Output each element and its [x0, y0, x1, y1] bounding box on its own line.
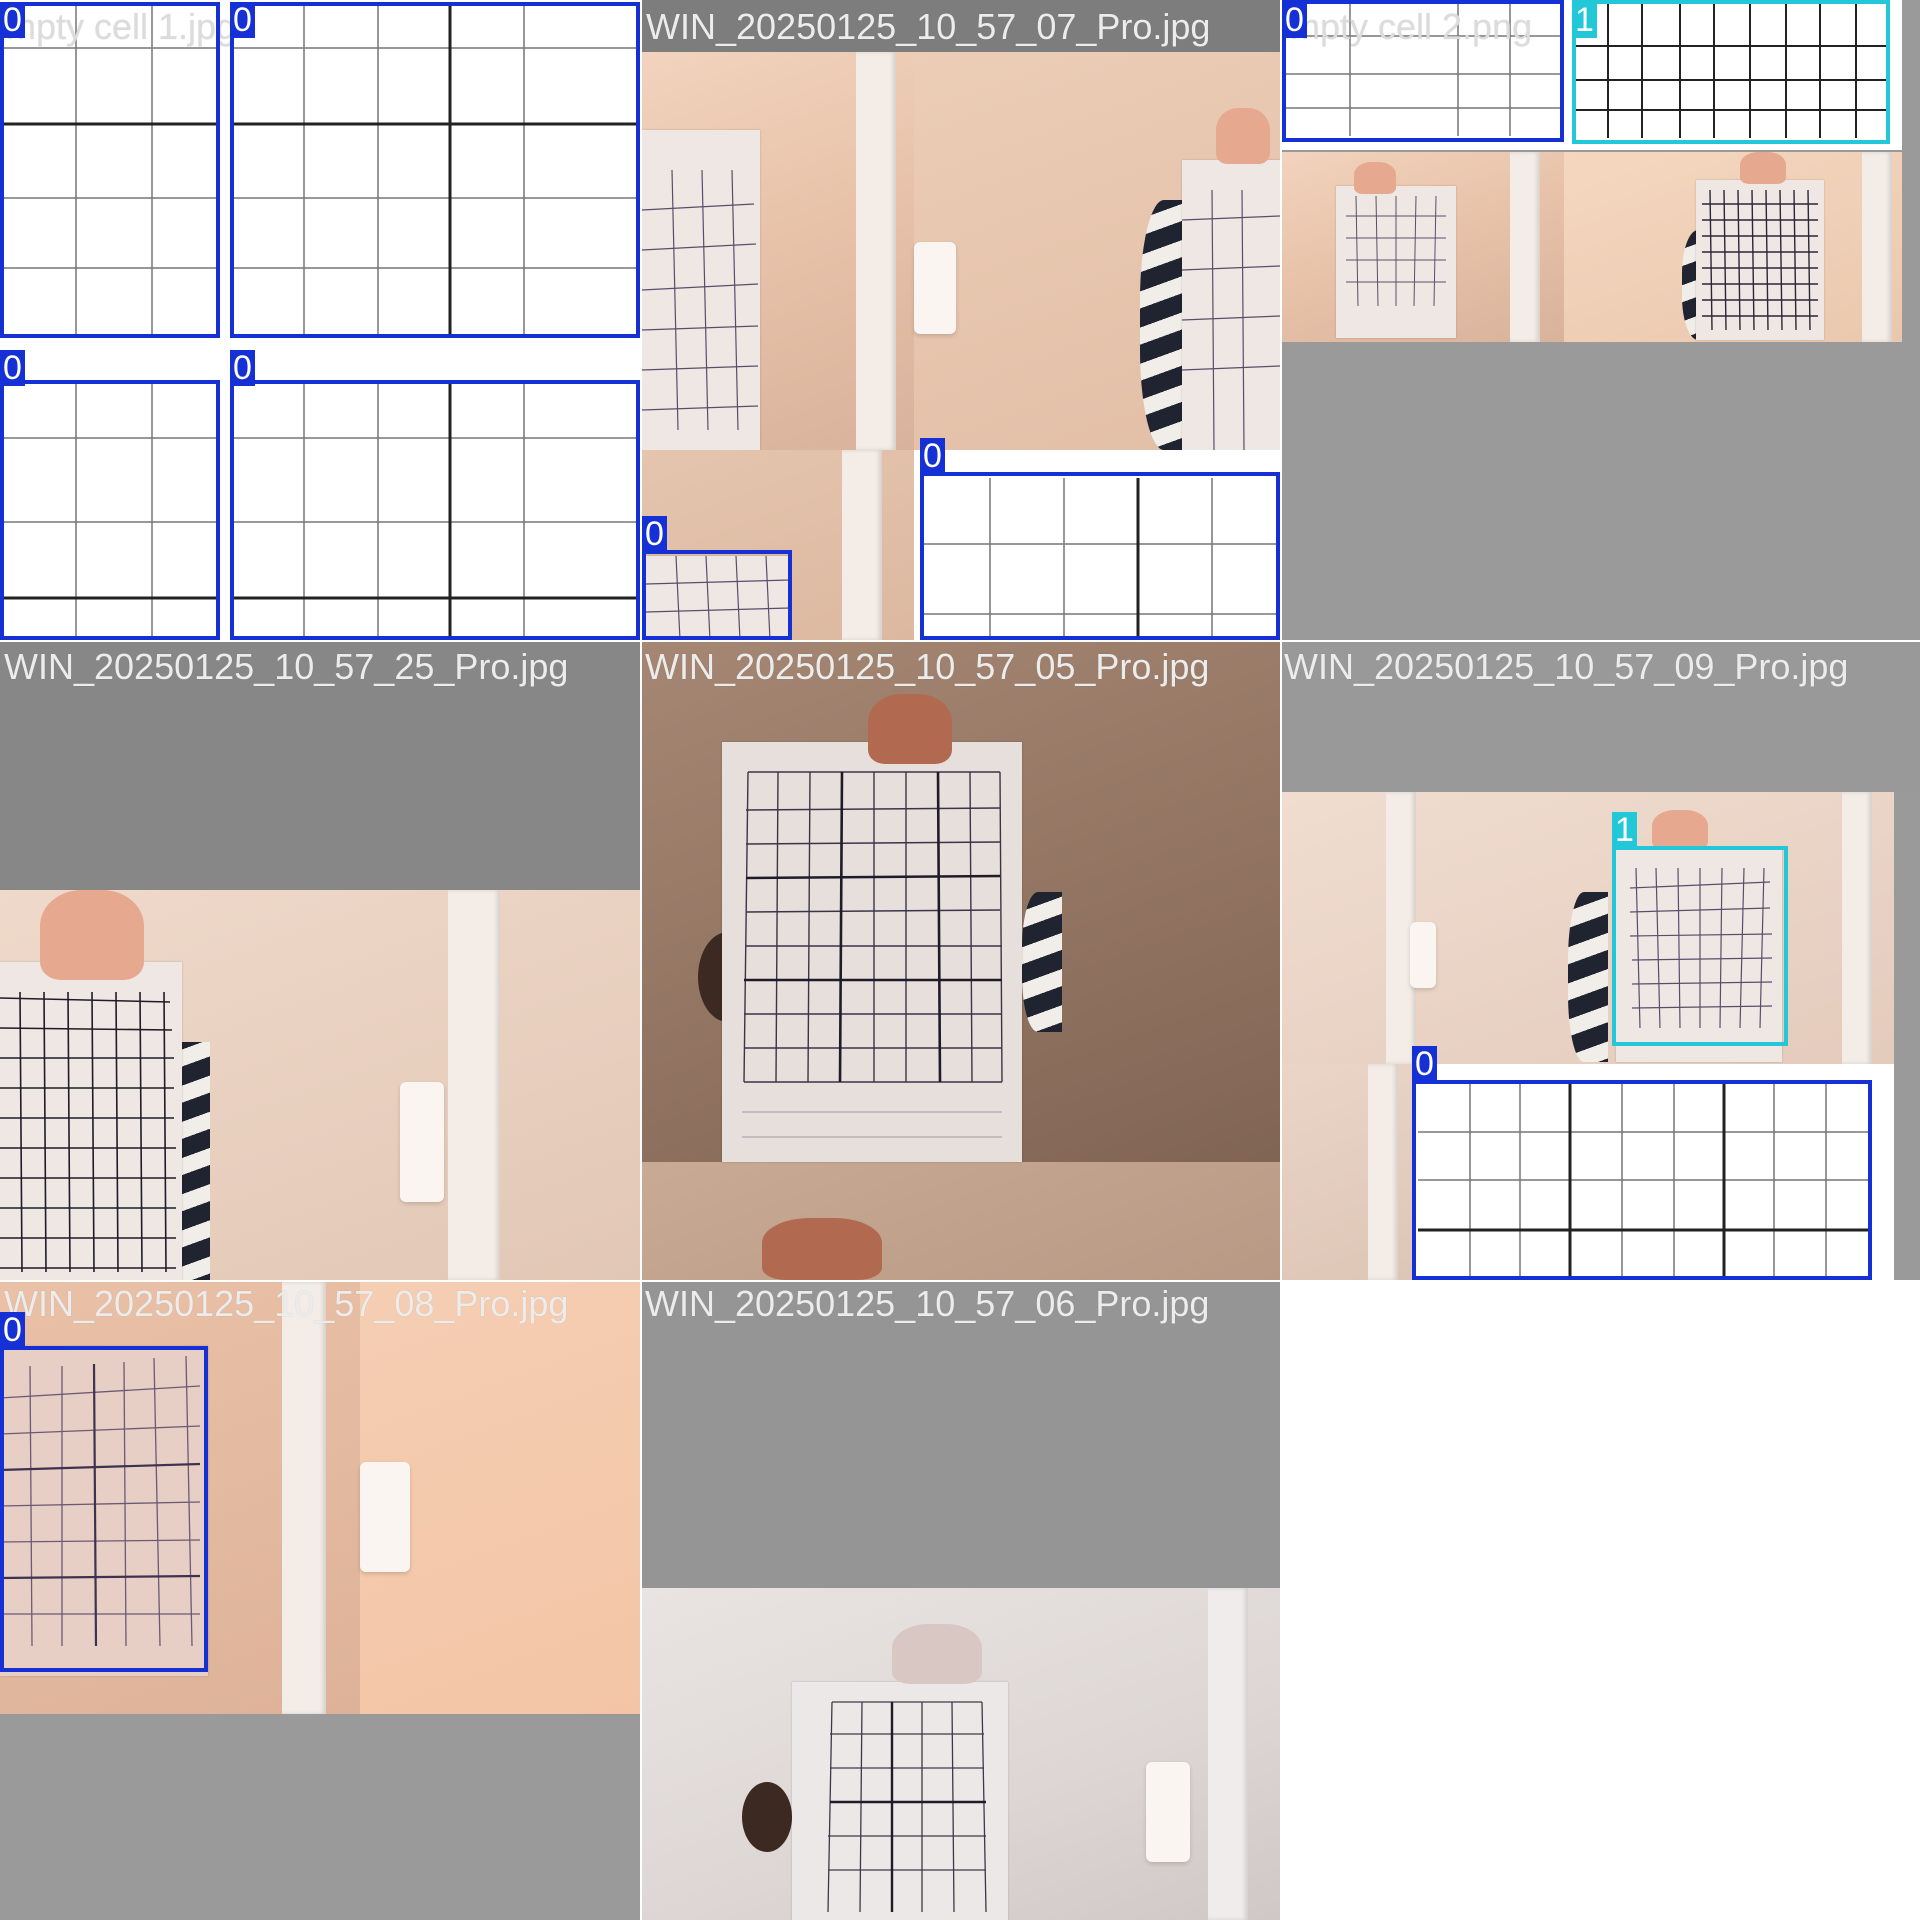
detection-box	[1572, 0, 1890, 144]
wall-lamp	[914, 242, 956, 334]
detection-label: 1	[1612, 812, 1637, 848]
shirt	[1022, 892, 1062, 1032]
hair	[742, 1782, 792, 1852]
grid-paper	[1696, 180, 1824, 340]
power-strip	[1862, 152, 1892, 342]
detection-label: 0	[920, 438, 945, 474]
detection-label: 0	[1282, 2, 1307, 38]
mosaic-cell-7: WIN_20250125_10_57_08_Pro.jpg 0	[0, 1282, 640, 1920]
shirt	[1568, 892, 1608, 1062]
mosaic-cell-3: mpty cell 2.png 0 1	[1282, 0, 1920, 640]
detection-label: 0	[0, 2, 25, 38]
power-strip	[1208, 1588, 1248, 1920]
grid-paper	[642, 130, 760, 450]
hand	[1354, 162, 1396, 194]
cell-divider	[0, 640, 1920, 642]
detection-box	[1412, 1080, 1872, 1280]
hand	[1216, 108, 1270, 164]
detection-label: 0	[230, 350, 255, 386]
mosaic-cell-4: WIN_20250125_10_57_25_Pro.jpg	[0, 642, 640, 1280]
mosaic-cell-8: WIN_20250125_10_57_06_Pro.jpg	[642, 1282, 1280, 1920]
hand	[1740, 152, 1786, 184]
detection-label: 1	[1572, 2, 1597, 38]
letterbox	[642, 1282, 1280, 1588]
wall-lamp	[400, 1082, 444, 1202]
detection-box	[230, 380, 640, 640]
image-filename: WIN_20250125_10_57_25_Pro.jpg	[4, 646, 569, 687]
hand	[1652, 810, 1708, 850]
detection-box	[0, 2, 220, 338]
grid-paper	[1182, 160, 1280, 450]
detection-box	[1282, 0, 1564, 142]
mosaic-cell-2: WIN_20250125_10_57_07_Pro.jpg 0 0	[642, 0, 1280, 640]
mosaic-cell-5: WIN_20250125_10_57_05_Pro.jpg	[642, 642, 1280, 1280]
image-filename: WIN_20250125_10_57_07_Pro.jpg	[646, 6, 1211, 47]
hand	[762, 1218, 882, 1280]
power-strip	[1368, 1064, 1398, 1280]
detection-label: 0	[230, 2, 255, 38]
power-strip	[1510, 152, 1540, 342]
image-filename: WIN_20250125_10_57_05_Pro.jpg	[645, 646, 1210, 687]
detection-box	[230, 2, 640, 338]
detection-label: 0	[0, 1312, 25, 1348]
grid-paper	[792, 1682, 1008, 1920]
detection-label: 0	[0, 350, 25, 386]
detection-box	[642, 550, 792, 640]
hand	[868, 694, 952, 764]
cell-divider	[0, 1280, 1920, 1282]
hand	[892, 1624, 982, 1684]
detection-label: 0	[1412, 1046, 1437, 1082]
image-filename: WIN_20250125_10_57_08_Pro.jpg	[4, 1283, 569, 1324]
detection-box	[1612, 846, 1788, 1046]
power-strip	[448, 890, 500, 1280]
wall-lamp	[360, 1462, 410, 1572]
detection-box	[920, 472, 1280, 640]
power-strip	[856, 52, 896, 450]
mosaic-cell-1: mpty cell 1.jpg 0 0 0 0	[0, 0, 640, 640]
photo	[642, 1162, 1280, 1280]
grid-paper	[1336, 186, 1456, 338]
detection-label: 0	[642, 516, 667, 552]
grid-paper	[0, 962, 182, 1280]
wall-lamp	[1410, 922, 1436, 988]
detection-box	[0, 380, 220, 640]
mosaic-cell-6: WIN_20250125_10_57_09_Pro.jpg 1 0	[1282, 642, 1920, 1280]
image-filename: WIN_20250125_10_57_06_Pro.jpg	[645, 1283, 1210, 1324]
grid-paper	[722, 742, 1022, 1162]
hand	[40, 890, 144, 980]
power-strip	[842, 450, 882, 640]
detection-box	[0, 1346, 208, 1672]
power-strip	[1842, 792, 1872, 1064]
wall-lamp	[1146, 1762, 1190, 1862]
cell-divider	[640, 0, 642, 1920]
power-strip	[282, 1282, 326, 1714]
image-filename: WIN_20250125_10_57_09_Pro.jpg	[1284, 646, 1849, 687]
